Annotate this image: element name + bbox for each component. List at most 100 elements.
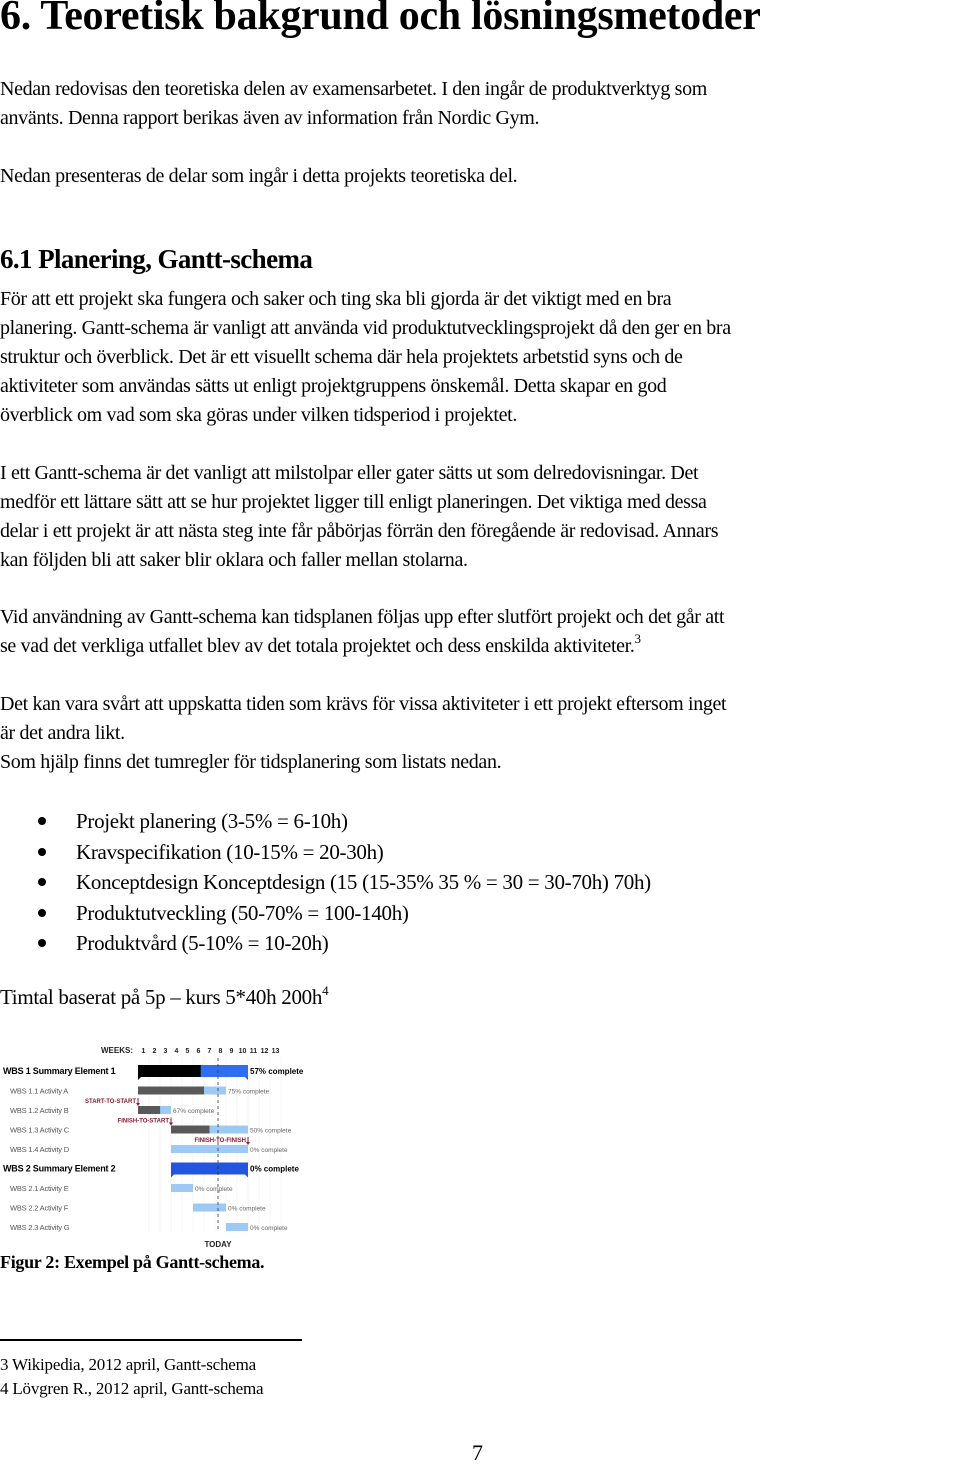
list-item: Kravspecifikation (10-15% = 20-30h) bbox=[0, 837, 651, 868]
list-item: Konceptdesign Konceptdesign (15 (15-35% … bbox=[0, 867, 651, 898]
week-tick-label: 10 bbox=[239, 1048, 247, 1055]
paragraph-line: se vad det verkliga utfallet blev av det… bbox=[0, 631, 960, 662]
task-status-label: 50% complete bbox=[250, 1128, 292, 1135]
paragraph-line: delar i ett projekt är att nästa steg in… bbox=[0, 520, 719, 542]
list-item-text: Produktvård (5-10% = 10-20h) bbox=[76, 931, 329, 955]
summary-bar-cap bbox=[138, 1077, 141, 1080]
week-tick-label: 7 bbox=[208, 1048, 212, 1055]
bullet-icon bbox=[38, 878, 46, 886]
paragraph-line: Det kan vara svårt att uppskatta tiden s… bbox=[0, 693, 727, 715]
task-bar bbox=[171, 1184, 193, 1192]
list-item-text: Produktutveckling (50-70% = 100-140h) bbox=[76, 900, 409, 925]
task-label: WBS 1.2 Activity B bbox=[10, 1106, 69, 1115]
paragraph-line: överblick om vad som ska göras under vil… bbox=[0, 404, 517, 426]
today-label: TODAY bbox=[204, 1240, 232, 1249]
task-label: WBS 1.4 Activity D bbox=[10, 1145, 70, 1154]
week-tick-label: 3 bbox=[164, 1048, 168, 1055]
paragraph-line: Som hjälp finns det tumregler för tidspl… bbox=[0, 751, 502, 773]
task-bar-progress bbox=[171, 1125, 210, 1134]
week-tick-label: 2 bbox=[153, 1048, 157, 1055]
paragraph-4: Det kan vara svårt att uppskatta tiden s… bbox=[0, 690, 960, 777]
week-tick-label: 8 bbox=[219, 1048, 223, 1055]
intro-paragraph: Nedan redovisas den teoretiska delen av … bbox=[0, 75, 960, 133]
paragraph-line: är det andra likt. bbox=[0, 722, 125, 744]
paragraph-1: För att ett projekt ska fungera och sake… bbox=[0, 285, 960, 430]
list-item-text: Projekt planering (3-5% = 6-10h) bbox=[76, 809, 348, 833]
intro-line: använts. Denna rapport berikas även av i… bbox=[0, 107, 540, 129]
hours-basis: Timtal baserat på 5p – kurs 5*40h 200h4 bbox=[0, 983, 329, 1010]
task-label: WBS 1.3 Activity C bbox=[10, 1126, 70, 1135]
footnote-ref[interactable]: 3 bbox=[635, 631, 642, 646]
task-label: WBS 2.2 Activity F bbox=[10, 1204, 69, 1213]
paragraph-line: För att ett projekt ska fungera och sake… bbox=[0, 288, 672, 310]
dependency-label: FINISH-TO-START bbox=[118, 1119, 170, 1125]
section-heading: 6.1 Planering, Gantt-schema bbox=[0, 244, 313, 274]
intro-line: Nedan redovisas den teoretiska delen av … bbox=[0, 78, 707, 100]
task-status-label: 57% complete bbox=[250, 1067, 304, 1076]
task-status-label: 0% complete bbox=[250, 1225, 288, 1232]
task-status-label: 0% complete bbox=[195, 1186, 233, 1193]
week-tick-label: 12 bbox=[261, 1048, 269, 1055]
dependency-arrow-head bbox=[136, 1103, 140, 1106]
paragraph-line: planering. Gantt-schema är vanligt att a… bbox=[0, 317, 731, 339]
week-tick-label: 5 bbox=[186, 1048, 190, 1055]
page-number: 7 bbox=[472, 1440, 483, 1465]
list-item-text: Kravspecifikation (10-15% = 20-30h) bbox=[76, 839, 384, 864]
paragraph-3: Vid användning av Gantt-schema kan tidsp… bbox=[0, 603, 960, 662]
intro-paragraph-2: Nedan presenteras de delar som ingår i d… bbox=[0, 162, 960, 191]
paragraph-line: kan följden bli att saker blir oklara oc… bbox=[0, 549, 468, 571]
footnote-separator bbox=[0, 1339, 302, 1341]
paragraph-line: I ett Gantt-schema är det vanligt att mi… bbox=[0, 462, 699, 484]
dependency-label: START-TO-START bbox=[85, 1099, 136, 1105]
task-bar bbox=[226, 1223, 248, 1231]
task-status-label: 0% complete bbox=[250, 1147, 288, 1154]
task-status-label: 0% complete bbox=[228, 1206, 266, 1213]
bullet-icon bbox=[38, 817, 46, 825]
bullet-icon bbox=[38, 847, 46, 856]
footnote-4: 4 Lövgren R., 2012 april, Gantt-schema bbox=[0, 1379, 264, 1398]
task-label: WBS 1.1 Activity A bbox=[10, 1087, 68, 1096]
task-label: WBS 2.1 Activity E bbox=[10, 1184, 69, 1193]
task-bar-progress bbox=[138, 1106, 161, 1114]
dependency-arrow-head bbox=[169, 1122, 173, 1126]
task-status-label: 75% complete bbox=[228, 1089, 270, 1096]
bullet-icon bbox=[38, 939, 46, 947]
dependency-arrow-head bbox=[246, 1142, 250, 1145]
summary-bar-cap bbox=[245, 1077, 248, 1080]
paragraph-2: I ett Gantt-schema är det vanligt att mi… bbox=[0, 459, 960, 575]
figure-caption: Figur 2: Exempel på Gantt-schema. bbox=[0, 1252, 265, 1272]
paragraph-line: struktur och överblick. Det är ett visue… bbox=[0, 346, 683, 368]
gantt-chart-figure: WEEKS: 1 2 3 4 5 6 7 8 9 10 11 12 13WBS 1 Summary Ele… bbox=[3, 1046, 304, 1249]
task-bar bbox=[193, 1203, 226, 1212]
list-item-text: Konceptdesign Konceptdesign (15 (15-35% … bbox=[76, 870, 651, 894]
week-tick-label: 4 bbox=[175, 1048, 179, 1055]
chapter-heading: 6. Teoretisk bakgrund och lösningsmetode… bbox=[0, 0, 761, 39]
week-tick-label: 13 bbox=[272, 1048, 280, 1055]
summary-bar bbox=[171, 1162, 248, 1175]
list-item: Produktvård (5-10% = 10-20h) bbox=[0, 928, 651, 959]
summary-bar-cap bbox=[245, 1174, 248, 1178]
paragraph-line: Vid användning av Gantt-schema kan tidsp… bbox=[0, 606, 725, 628]
week-tick-label: 11 bbox=[250, 1048, 258, 1055]
footnote-3: 3 Wikipedia, 2012 april, Gantt-schema bbox=[0, 1355, 256, 1374]
dependency-label: FINISH-TO-FINISH bbox=[194, 1138, 246, 1144]
week-tick-label: 6 bbox=[197, 1048, 201, 1055]
summary-bar-progress bbox=[138, 1065, 201, 1077]
task-bar-progress bbox=[138, 1086, 204, 1095]
week-tick-label: 9 bbox=[230, 1048, 234, 1055]
week-tick-label: 1 bbox=[142, 1048, 146, 1055]
paragraph-line: aktiviteter som användas sätts ut enligt… bbox=[0, 375, 667, 397]
rules-of-thumb-list: Projekt planering (3-5% = 6-10h) Kravspe… bbox=[0, 806, 651, 959]
task-bar bbox=[171, 1145, 248, 1153]
list-item: Projekt planering (3-5% = 6-10h) bbox=[0, 806, 651, 837]
task-label: WBS 1 Summary Element 1 bbox=[3, 1066, 116, 1076]
task-label: WBS 2 Summary Element 2 bbox=[3, 1164, 116, 1174]
footnote-ref[interactable]: 4 bbox=[322, 983, 329, 998]
paragraph-line: medför ett lättare sätt att se hur proje… bbox=[0, 491, 707, 513]
paragraph-line-text: se vad det verkliga utfallet blev av det… bbox=[0, 635, 635, 657]
intro-line: Nedan presenteras de delar som ingår i d… bbox=[0, 165, 518, 187]
task-status-label: 67% complete bbox=[173, 1108, 215, 1115]
list-item: Produktutveckling (50-70% = 100-140h) bbox=[0, 898, 651, 929]
task-status-label: 0% complete bbox=[250, 1165, 299, 1174]
task-label: WBS 2.3 Activity G bbox=[10, 1223, 70, 1232]
